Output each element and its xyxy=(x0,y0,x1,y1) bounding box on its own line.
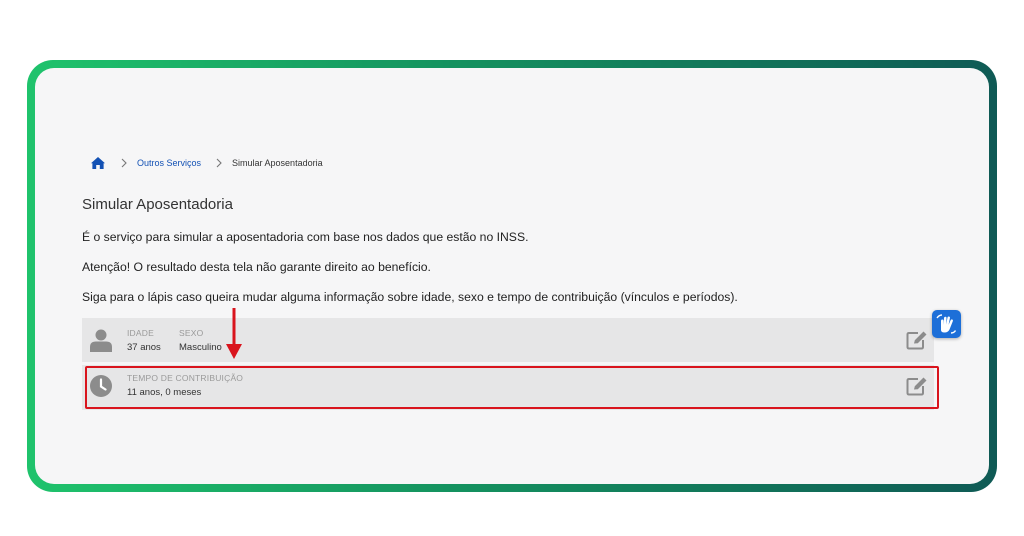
clock-icon xyxy=(90,375,112,399)
edit-pencil-icon[interactable] xyxy=(906,376,928,396)
chevron-right-icon xyxy=(120,158,128,168)
sexo-value: Masculino xyxy=(179,342,222,353)
breadcrumb: Outros Serviços Simular Aposentadoria xyxy=(90,153,323,173)
breadcrumb-current: Simular Aposentadoria xyxy=(232,158,323,168)
description-text: É o serviço para simular a aposentadoria… xyxy=(82,230,529,244)
arrow-down-annotation xyxy=(225,308,243,360)
app-screen: Outros Serviços Simular Aposentadoria Si… xyxy=(35,68,989,484)
hand-sign-language-icon[interactable] xyxy=(932,310,961,338)
user-icon xyxy=(90,328,112,352)
tempo-contribuicao-value: 11 anos, 0 meses xyxy=(127,387,202,398)
contribution-card[interactable]: TEMPO DE CONTRIBUIÇÃO 11 anos, 0 meses xyxy=(82,365,934,410)
page-title: Simular Aposentadoria xyxy=(82,196,233,213)
home-icon[interactable] xyxy=(90,156,106,170)
tempo-contribuicao-label: TEMPO DE CONTRIBUIÇÃO xyxy=(127,373,244,383)
edit-pencil-icon[interactable] xyxy=(906,330,928,350)
device-frame: Outros Serviços Simular Aposentadoria Si… xyxy=(27,60,997,492)
idade-label: IDADE xyxy=(127,328,154,338)
instruction-text: Siga para o lápis caso queira mudar algu… xyxy=(82,290,738,304)
warning-text: Atenção! O resultado desta tela não gara… xyxy=(82,260,431,274)
breadcrumb-outros-servicos[interactable]: Outros Serviços xyxy=(137,158,201,168)
chevron-right-icon xyxy=(215,158,223,168)
sexo-label: SEXO xyxy=(179,328,204,338)
personal-info-card: IDADE 37 anos SEXO Masculino xyxy=(82,318,934,362)
idade-value: 37 anos xyxy=(127,342,161,353)
